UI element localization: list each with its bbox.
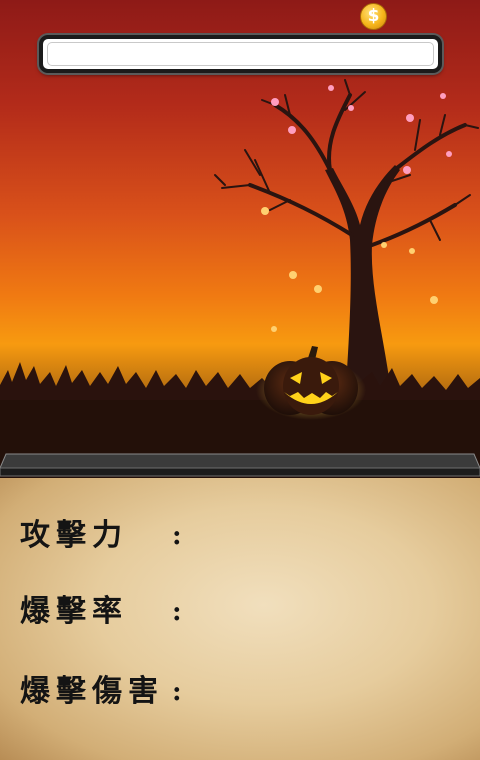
crit-rate-separator: : <box>172 597 182 627</box>
dead-tree <box>214 79 479 400</box>
attack-power-label: 攻擊力 <box>20 518 128 553</box>
dollar-coin-icon[interactable]: $ <box>360 3 387 30</box>
crit-damage-separator: : <box>172 677 182 707</box>
crit-damage-label: 爆擊傷害 <box>20 674 164 709</box>
crit-rate-label: 爆擊率 <box>20 594 128 629</box>
stats-panel: 攻擊力 : 爆擊率 : 爆擊傷害 : <box>0 478 480 760</box>
title-bar-field <box>47 42 434 66</box>
attack-power-separator: : <box>172 521 182 551</box>
display-shelf <box>0 453 480 477</box>
title-bar <box>39 35 442 73</box>
